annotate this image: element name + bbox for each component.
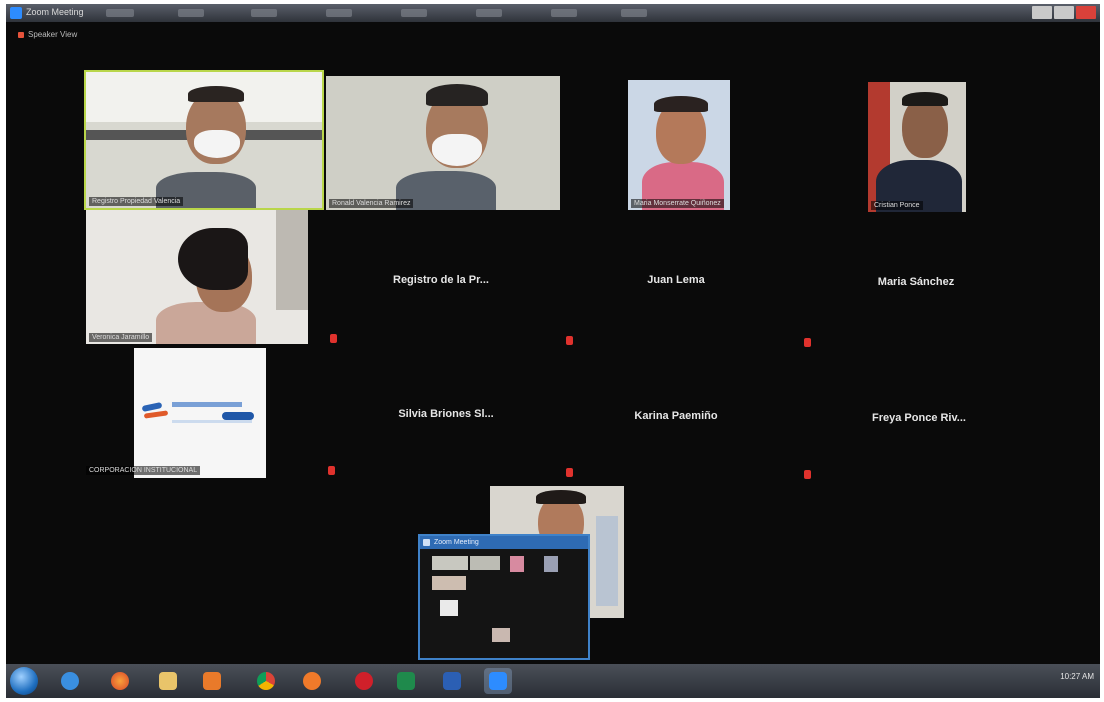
muted-mic-icon [804, 470, 811, 479]
mini-meeting-window[interactable]: Zoom Meeting [418, 534, 590, 660]
toolbar-icon[interactable] [621, 9, 647, 17]
minimize-button[interactable] [1032, 6, 1052, 19]
view-label-text: Speaker View [28, 30, 78, 39]
zoom-app-icon [10, 7, 22, 19]
taskbar: 10:27 AM [6, 664, 1100, 698]
file-explorer-icon[interactable] [154, 668, 182, 694]
participant-tile-name[interactable]: Silvia Briones Sl... [361, 408, 531, 420]
video-tile[interactable]: Maria Monserrate Quiñonez [628, 80, 730, 210]
mini-thumbnail [440, 600, 458, 616]
toolbar-icon[interactable] [551, 9, 577, 17]
video-tile[interactable]: Veronica Jaramillo [86, 210, 308, 344]
muted-mic-icon [804, 338, 811, 347]
video-tile[interactable]: Cristian Ponce [868, 82, 966, 212]
system-clock[interactable]: 10:27 AM [1060, 672, 1094, 681]
excel-icon[interactable] [392, 668, 420, 694]
toolbar-icon[interactable] [401, 9, 427, 17]
window-title: Zoom Meeting [26, 7, 84, 17]
participant-name: Veronica Jaramillo [89, 333, 153, 342]
screen: Zoom Meeting Speaker View Registro Propi… [6, 4, 1100, 698]
video-tile[interactable] [134, 348, 266, 478]
participant-name: Registro Propiedad Valencia [89, 197, 184, 206]
mini-thumbnail [492, 628, 510, 642]
internet-explorer-icon[interactable] [56, 668, 84, 694]
video-tile[interactable]: Registro Propiedad Valencia [84, 70, 324, 210]
opera-icon[interactable] [350, 668, 378, 694]
muted-mic-icon [566, 336, 573, 345]
participant-tile-name[interactable]: Freya Ponce Riv... [834, 412, 1004, 424]
organization-logo-image [141, 396, 254, 424]
mini-thumbnail [432, 576, 466, 590]
participant-name: Maria Monserrate Quiñonez [631, 199, 724, 208]
toolbar-icon[interactable] [178, 9, 204, 17]
participant-tile-name[interactable]: Maria Sánchez [836, 276, 996, 288]
participant-tile-name[interactable]: Registro de la Pr... [356, 274, 526, 286]
view-label[interactable]: Speaker View [18, 30, 77, 39]
mini-window-titlebar[interactable]: Zoom Meeting [420, 536, 588, 549]
toolbar-icon[interactable] [326, 9, 352, 17]
mini-thumbnail [470, 556, 500, 570]
zoom-taskbar-icon[interactable] [484, 668, 512, 694]
muted-mic-icon [328, 466, 335, 475]
firefox-icon[interactable] [106, 668, 134, 694]
participant-name: CORPORACION INSTITUCIONAL [86, 466, 201, 475]
mini-thumbnail [432, 556, 468, 570]
window-titlebar[interactable]: Zoom Meeting [6, 4, 1100, 22]
muted-mic-icon [566, 468, 573, 477]
participant-tile-name[interactable]: Juan Lema [601, 274, 751, 286]
word-icon[interactable] [438, 668, 466, 694]
start-button[interactable] [10, 667, 38, 695]
toolbar-icon[interactable] [251, 9, 277, 17]
mini-thumbnail [544, 556, 558, 572]
participant-tile-name[interactable]: Karina Paemiño [601, 410, 751, 422]
muted-mic-icon [330, 334, 337, 343]
close-button[interactable] [1076, 6, 1096, 19]
view-icon [18, 31, 24, 38]
media-player-icon[interactable] [198, 668, 226, 694]
mini-thumbnail [510, 556, 524, 572]
toolbar-icon[interactable] [476, 9, 502, 17]
chrome-icon[interactable] [252, 668, 280, 694]
video-tile[interactable]: Ronald Valencia Ramirez [326, 76, 560, 210]
participant-name: Cristian Ponce [871, 201, 923, 210]
participant-name: Ronald Valencia Ramirez [329, 199, 414, 208]
toolbar-icon[interactable] [106, 9, 134, 17]
firefox-2-icon[interactable] [298, 668, 326, 694]
maximize-button[interactable] [1054, 6, 1074, 19]
